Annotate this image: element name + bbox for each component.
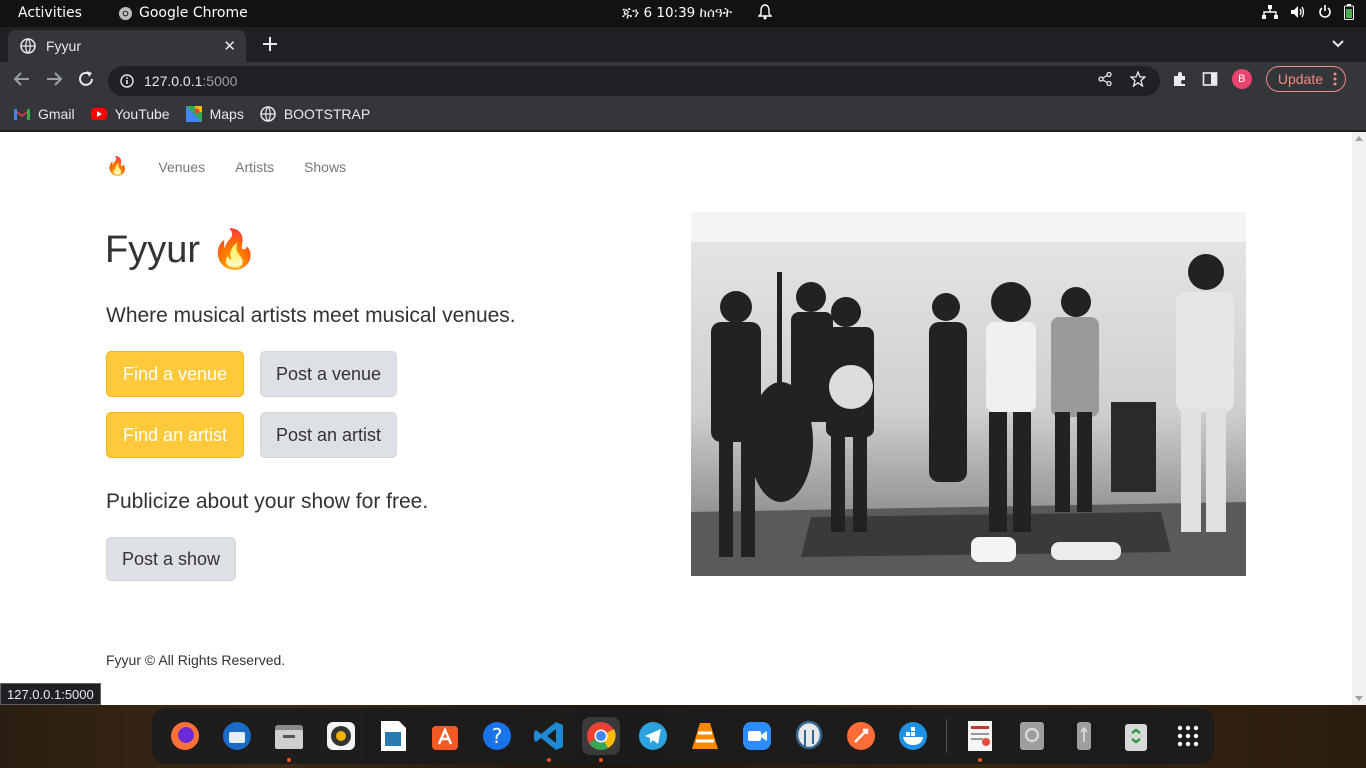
find-artist-button[interactable]: Find an artist (106, 412, 244, 458)
clock[interactable]: ጁን 6 10:39 ከሰዓት (622, 5, 732, 21)
profile-avatar[interactable]: B (1231, 69, 1252, 89)
system-top-bar: Activities Google Chrome ጁን 6 10:39 ከሰዓት (0, 0, 1366, 27)
bookmark-bootstrap[interactable]: BOOTSTRAP (260, 106, 370, 122)
site-info-icon[interactable] (120, 74, 134, 88)
side-panel-icon[interactable] (1202, 71, 1218, 87)
activities-button[interactable]: Activities (18, 5, 82, 21)
globe-icon (20, 38, 36, 54)
dock-separator (946, 719, 947, 753)
postman-icon[interactable] (842, 717, 880, 755)
telegram-icon[interactable] (634, 717, 672, 755)
battery-icon (1344, 4, 1354, 20)
disk-icon[interactable] (1013, 717, 1051, 755)
rhythmbox-icon[interactable] (322, 717, 360, 755)
scroll-up-icon[interactable] (1355, 136, 1363, 141)
find-venue-button[interactable]: Find a venue (106, 351, 244, 397)
bookmark-gmail[interactable]: Gmail (14, 106, 75, 122)
app-name: Google Chrome (139, 5, 248, 21)
dock: ? (152, 708, 1214, 764)
url-host: 127.0.0.1 (144, 73, 203, 89)
gmail-icon (14, 109, 30, 120)
status-url-tooltip: 127.0.0.1:5000 (0, 683, 101, 705)
bookmark-label: YouTube (114, 106, 170, 122)
post-artist-button[interactable]: Post an artist (260, 412, 397, 458)
maps-icon (185, 106, 202, 122)
chrome-icon[interactable] (582, 717, 620, 762)
bookmark-youtube[interactable]: YouTube (90, 106, 170, 122)
help-icon[interactable]: ? (478, 717, 516, 755)
scroll-down-icon[interactable] (1355, 696, 1363, 701)
nav-link-venues[interactable]: Venues (158, 159, 205, 175)
reload-icon[interactable] (77, 70, 95, 88)
thunderbird-icon[interactable] (218, 717, 256, 755)
new-tab-icon[interactable] (263, 37, 277, 51)
libreoffice-writer-icon[interactable] (374, 717, 412, 755)
site-navbar: 🔥 Venues Artists Shows (106, 156, 346, 177)
extensions-icon[interactable] (1172, 71, 1188, 87)
tagline: Where musical artists meet musical venue… (106, 304, 516, 327)
vlc-icon[interactable] (686, 717, 724, 755)
bookmark-label: Gmail (38, 106, 75, 122)
post-show-button[interactable]: Post a show (106, 537, 236, 581)
browser-toolbar: 127.0.0.1:5000 B Update (0, 62, 1366, 98)
app-grid-icon[interactable] (1169, 717, 1207, 755)
zoom-icon[interactable] (738, 717, 776, 755)
bookmark-maps[interactable]: Maps (185, 106, 244, 122)
page-viewport: 🔥 Venues Artists Shows Fyyur 🔥 Where mus… (0, 132, 1352, 705)
publicize-text: Publicize about your show for free. (106, 490, 429, 513)
bookmark-label: BOOTSTRAP (283, 106, 371, 122)
page-scrollbar[interactable] (1352, 132, 1366, 705)
tab-strip: Fyyur ✕ (0, 27, 1366, 62)
docker-icon[interactable] (894, 717, 932, 755)
document-viewer-icon[interactable] (961, 717, 999, 762)
files-icon[interactable] (270, 717, 308, 762)
footer-text: Fyyur © All Rights Reserved. (106, 652, 286, 668)
address-bar[interactable]: 127.0.0.1:5000 (108, 66, 1160, 96)
volume-icon (1291, 6, 1305, 18)
system-tray[interactable] (1262, 4, 1354, 20)
toolbar-actions: B Update (1098, 66, 1346, 92)
forward-icon[interactable] (45, 70, 63, 88)
bookmark-label: Maps (209, 106, 244, 122)
network-icon (1262, 5, 1278, 19)
postgres-icon[interactable] (790, 717, 828, 755)
back-icon[interactable] (13, 70, 31, 88)
vscode-icon[interactable] (530, 717, 568, 762)
url-port: :5000 (202, 73, 238, 89)
post-venue-button[interactable]: Post a venue (260, 351, 397, 397)
bookmarks-bar: Gmail YouTube Maps BOOTSTRAP (0, 98, 1366, 131)
update-label: Update (1277, 71, 1323, 87)
tab-title: Fyyur (46, 38, 81, 54)
kebab-menu-icon (1333, 72, 1337, 86)
update-button[interactable]: Update (1265, 66, 1346, 92)
navbar-brand[interactable]: 🔥 (106, 156, 128, 177)
bookmark-star-icon[interactable] (1129, 71, 1146, 87)
page-title: Fyyur 🔥 (105, 229, 258, 271)
chrome-app-icon (118, 6, 133, 20)
youtube-icon (90, 108, 107, 120)
svg-text:?: ? (492, 724, 503, 748)
nav-link-artists[interactable]: Artists (235, 159, 274, 175)
globe-icon (260, 106, 276, 122)
usb-icon[interactable] (1065, 717, 1103, 755)
chevron-down-icon[interactable] (1332, 40, 1344, 48)
share-icon[interactable] (1098, 72, 1112, 86)
nav-link-shows[interactable]: Shows (304, 159, 346, 175)
band-photo (691, 212, 1246, 576)
close-tab-icon[interactable]: ✕ (223, 37, 236, 55)
tab-fyyur[interactable]: Fyyur ✕ (8, 30, 246, 62)
app-center-icon[interactable] (426, 717, 464, 755)
bell-icon[interactable] (758, 4, 772, 20)
trash-icon[interactable] (1117, 717, 1155, 755)
app-menu[interactable]: Google Chrome (118, 5, 248, 21)
power-icon (1319, 5, 1331, 18)
firefox-icon[interactable] (166, 717, 204, 755)
